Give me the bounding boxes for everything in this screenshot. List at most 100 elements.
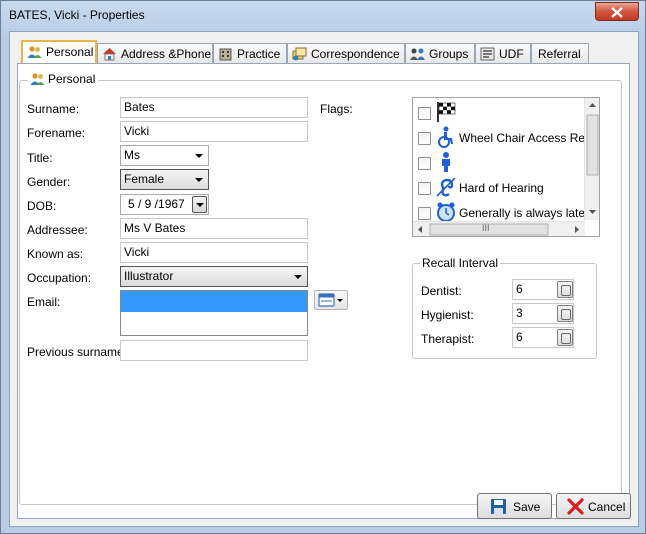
chevron-down-icon bbox=[196, 203, 204, 207]
flags-label: Flags: bbox=[320, 102, 353, 116]
scroll-arrows-icon bbox=[418, 223, 579, 236]
personal-group-label: Personal bbox=[48, 72, 96, 86]
person-icon bbox=[442, 152, 450, 172]
cancel-label: Cancel bbox=[588, 500, 626, 514]
group-icon bbox=[410, 48, 425, 60]
tab-personal[interactable]: Personal bbox=[21, 40, 97, 65]
people-icon bbox=[30, 73, 45, 85]
floppy-disk-icon bbox=[491, 499, 506, 514]
tab-practice[interactable]: Practice bbox=[213, 43, 287, 64]
tab-label: UDF bbox=[499, 47, 524, 61]
personal-group: Personal Surname: Bates Forename: Vicki … bbox=[19, 72, 622, 505]
therapist-recall-button[interactable] bbox=[557, 329, 573, 346]
flags-vertical-scrollbar[interactable] bbox=[584, 98, 599, 220]
forename-field[interactable]: Vicki bbox=[120, 121, 308, 142]
chevron-down-icon bbox=[195, 178, 203, 182]
checkered-flag-icon bbox=[437, 102, 456, 122]
flag-row[interactable]: Hard of Hearing bbox=[413, 175, 585, 200]
addressee-field[interactable]: Ms V Bates bbox=[120, 218, 308, 239]
dob-label: DOB: bbox=[27, 199, 57, 213]
tab-udf[interactable]: UDF bbox=[475, 43, 531, 64]
email-card-icon bbox=[318, 293, 343, 307]
gender-label: Gender: bbox=[27, 175, 71, 189]
title-select[interactable]: Ms bbox=[120, 145, 209, 166]
recall-interval-title: Recall Interval bbox=[420, 256, 501, 270]
tab-address-phone[interactable]: Address &Phone bbox=[97, 43, 213, 64]
cancel-button[interactable]: Cancel bbox=[556, 493, 631, 519]
previous-surname-label: Previous surname: bbox=[27, 345, 128, 359]
dob-value: 5 / 9 /1967 bbox=[128, 197, 185, 211]
title-bar[interactable]: BATES, Vicki - Properties bbox=[1, 1, 645, 31]
ear-icon bbox=[436, 177, 456, 197]
personal-panel: Personal Surname: Bates Forename: Vicki … bbox=[17, 63, 630, 519]
email-label: Email: bbox=[27, 295, 61, 309]
client-area: Personal Address &Phone Practice Corresp… bbox=[9, 31, 639, 527]
previous-surname-field[interactable] bbox=[120, 340, 308, 361]
save-button[interactable]: Save bbox=[477, 493, 552, 519]
flags-list[interactable]: Wheel Chair Access Requ Hard of Hearing … bbox=[412, 97, 600, 237]
dentist-recall-button[interactable] bbox=[557, 281, 573, 298]
udf-icon bbox=[480, 47, 495, 61]
addressee-label: Addressee: bbox=[27, 223, 88, 237]
scroll-thumb-grip: III bbox=[482, 223, 490, 233]
hygienist-label: Hygienist: bbox=[421, 308, 474, 322]
flag-checkbox[interactable] bbox=[418, 182, 431, 195]
people-icon bbox=[27, 46, 42, 58]
flag-text: Hard of Hearing bbox=[459, 181, 544, 195]
occupation-value: Illustrator bbox=[124, 269, 174, 283]
flag-checkbox[interactable] bbox=[418, 107, 431, 120]
chevron-down-icon bbox=[195, 154, 203, 158]
hygienist-recall-button[interactable] bbox=[557, 305, 573, 322]
flag-row[interactable]: Wheel Chair Access Requ bbox=[413, 125, 598, 150]
gender-value: Female bbox=[124, 172, 165, 186]
personal-group-header: Personal bbox=[28, 72, 99, 86]
flag-row[interactable] bbox=[413, 150, 585, 175]
tab-groups[interactable]: Groups bbox=[405, 43, 475, 64]
chevron-down-icon bbox=[294, 275, 302, 279]
recall-interval-group: Recall Interval Dentist: 6 Hygienist: 3 … bbox=[412, 256, 597, 359]
flag-checkbox[interactable] bbox=[418, 132, 431, 145]
calendar-dropdown-button[interactable] bbox=[192, 196, 207, 213]
therapist-label: Therapist: bbox=[421, 332, 475, 346]
title-value: Ms bbox=[124, 148, 140, 162]
occupation-select[interactable]: Illustrator bbox=[120, 266, 308, 287]
close-icon bbox=[611, 7, 623, 18]
forename-label: Forename: bbox=[27, 126, 86, 140]
letters-icon bbox=[292, 47, 307, 61]
tab-label: Address &Phone bbox=[121, 47, 212, 61]
red-x-icon bbox=[567, 498, 584, 515]
tab-label: Groups bbox=[429, 47, 469, 61]
occupation-label: Occupation: bbox=[27, 271, 92, 285]
dentist-label: Dentist: bbox=[421, 284, 462, 298]
known-as-field[interactable]: Vicki bbox=[120, 242, 308, 263]
scroll-arrows-icon bbox=[586, 103, 599, 214]
tab-label: Referral bbox=[538, 47, 581, 61]
tab-referral[interactable]: Referral bbox=[531, 43, 589, 64]
wheelchair-icon bbox=[438, 126, 453, 148]
flag-checkbox[interactable] bbox=[418, 157, 431, 170]
surname-field[interactable]: Bates bbox=[120, 97, 308, 118]
tab-label: Correspondence bbox=[311, 47, 400, 61]
flag-row[interactable] bbox=[413, 100, 585, 125]
email-selected-row[interactable] bbox=[121, 291, 307, 312]
tab-label: Personal bbox=[46, 45, 94, 59]
properties-window: BATES, Vicki - Properties Personal Addre… bbox=[0, 0, 646, 534]
save-label: Save bbox=[513, 500, 541, 514]
surname-label: Surname: bbox=[27, 102, 80, 116]
tab-label: Practice bbox=[237, 47, 281, 61]
dob-picker[interactable]: 5 / 9 /1967 bbox=[120, 194, 209, 215]
flag-checkbox[interactable] bbox=[418, 207, 431, 220]
flag-text: Wheel Chair Access Requ bbox=[459, 131, 599, 145]
window-title: BATES, Vicki - Properties bbox=[9, 8, 145, 22]
flags-horizontal-scrollbar[interactable]: III bbox=[413, 221, 585, 236]
title-label: Title: bbox=[27, 151, 53, 165]
email-list[interactable] bbox=[120, 290, 308, 336]
house-icon bbox=[103, 48, 116, 61]
known-as-label: Known as: bbox=[27, 247, 84, 261]
tab-correspondence[interactable]: Correspondence bbox=[287, 43, 405, 64]
flag-text: Generally is always late bbox=[459, 206, 586, 220]
email-options-button[interactable] bbox=[314, 290, 348, 310]
gender-select[interactable]: Female bbox=[120, 169, 209, 190]
building-icon bbox=[219, 48, 232, 61]
close-button[interactable] bbox=[595, 2, 639, 21]
